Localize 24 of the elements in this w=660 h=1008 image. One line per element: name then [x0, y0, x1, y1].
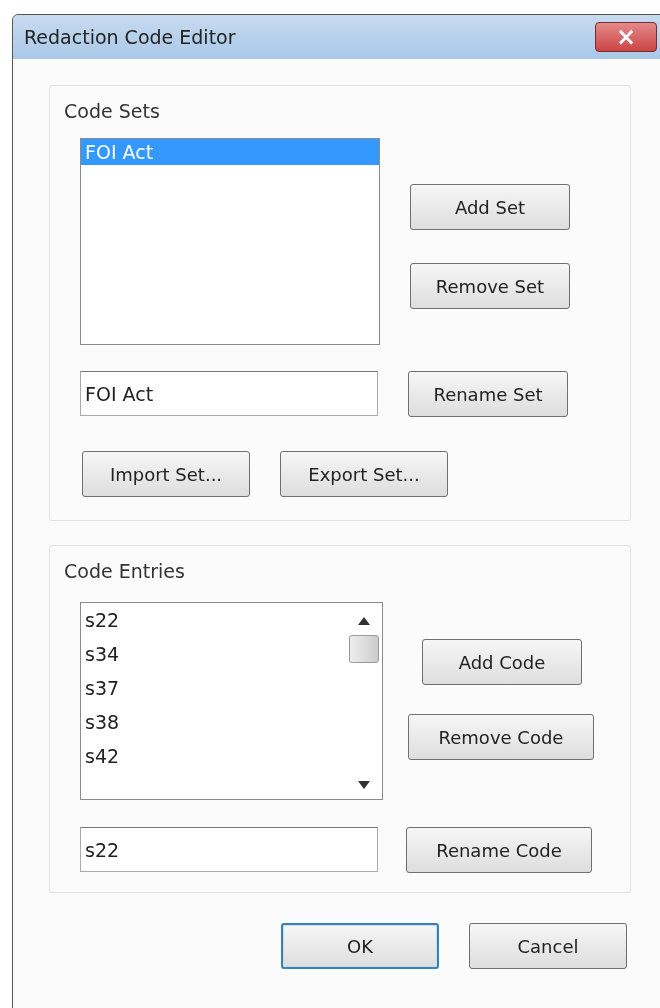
list-item[interactable]: s42	[81, 739, 346, 773]
rename-button[interactable]: Rename Code	[406, 827, 592, 873]
action-button[interactable]: Import Set...	[82, 451, 250, 497]
scroll-thumb[interactable]	[349, 635, 379, 663]
group-title: Code Entries	[64, 560, 185, 582]
window-title: Redaction Code Editor	[24, 26, 236, 48]
action-button[interactable]: Add Set	[410, 184, 570, 230]
name-field[interactable]: s22	[80, 827, 378, 872]
action-button[interactable]: Remove Code	[408, 714, 594, 760]
group-title: Code Sets	[64, 100, 160, 122]
dialog-button[interactable]: OK	[281, 923, 439, 969]
list-item[interactable]: s22	[81, 603, 346, 637]
close-button[interactable]: ×	[595, 22, 657, 52]
list-item[interactable]: s38	[81, 705, 346, 739]
name-field[interactable]: FOI Act	[80, 371, 378, 416]
action-button[interactable]: Remove Set	[410, 263, 570, 309]
list-item[interactable]: s37	[81, 671, 346, 705]
action-button[interactable]: Export Set...	[280, 451, 448, 497]
rename-button[interactable]: Rename Set	[408, 371, 568, 417]
dialog-button[interactable]: Cancel	[469, 923, 627, 969]
scroll-down-icon[interactable]	[358, 781, 370, 789]
scroll-up-icon[interactable]	[358, 617, 370, 625]
list-item[interactable]: s34	[81, 637, 346, 671]
action-button[interactable]: Add Code	[422, 639, 582, 685]
